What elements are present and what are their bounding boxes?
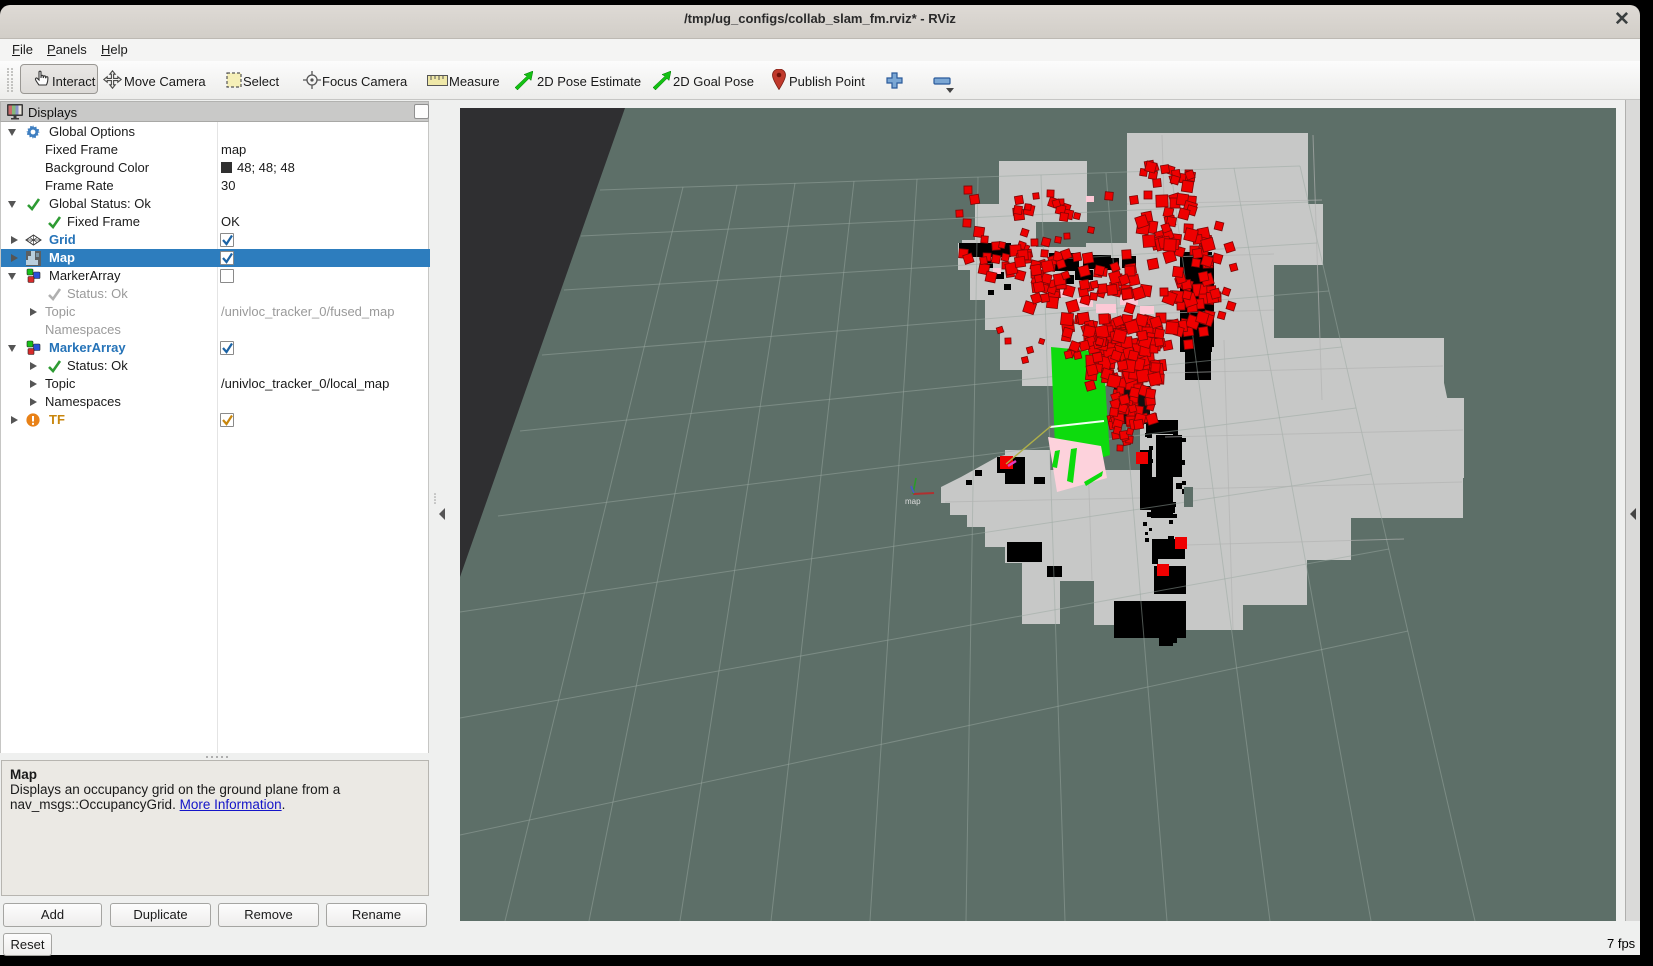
- svg-text:map: map: [905, 497, 921, 506]
